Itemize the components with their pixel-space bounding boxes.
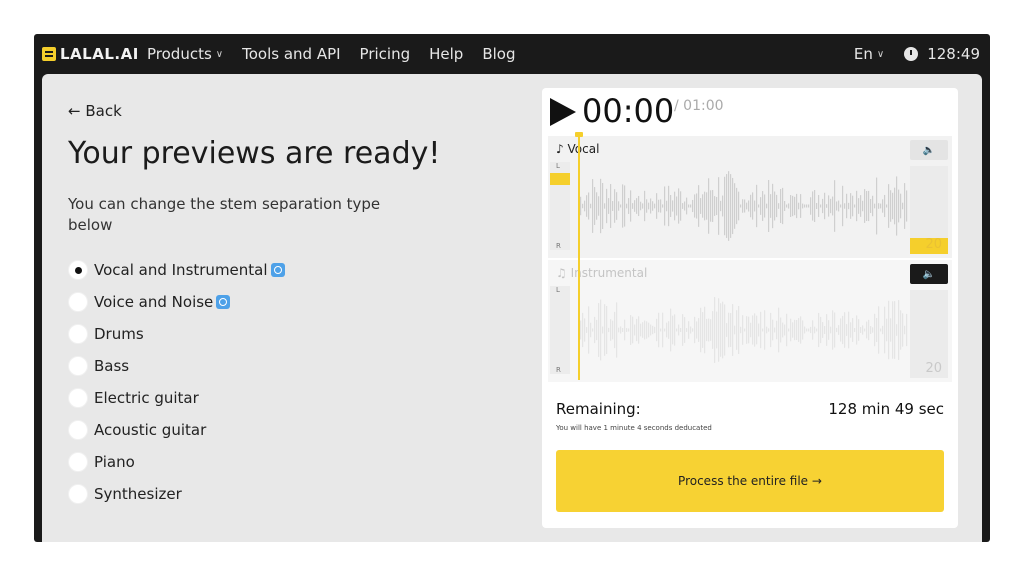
- stem-options: Vocal and Instrumental Voice and Noise D…: [68, 254, 285, 510]
- option-vocal-and-instrumental[interactable]: Vocal and Instrumental: [68, 254, 285, 286]
- option-label: Voice and Noise: [94, 293, 214, 311]
- preview-card: 00:00 / 01:00 ♪ Vocal L R 🔈 20 ♫ Instrum…: [542, 88, 958, 528]
- option-label: Piano: [94, 453, 135, 471]
- nav-help[interactable]: Help: [429, 45, 463, 63]
- option-label: Acoustic guitar: [94, 421, 207, 439]
- remaining-label: Remaining:: [556, 400, 641, 418]
- top-navbar: LALAL.AI Products ∨ Tools and API Pricin…: [34, 34, 990, 74]
- current-time: 00:00: [582, 92, 675, 130]
- track-instrumental[interactable]: ♫ Instrumental L R 🔈 20: [548, 260, 952, 382]
- minutes-balance[interactable]: 128:49: [904, 45, 980, 63]
- waveform[interactable]: [578, 290, 908, 370]
- option-voice-and-noise[interactable]: Voice and Noise: [68, 286, 285, 318]
- option-drums[interactable]: Drums: [68, 318, 285, 350]
- option-acoustic-guitar[interactable]: Acoustic guitar: [68, 414, 285, 446]
- speaker-mute-icon[interactable]: 🔈: [910, 140, 948, 160]
- option-synthesizer[interactable]: Synthesizer: [68, 478, 285, 510]
- logo[interactable]: LALAL.AI: [42, 45, 139, 63]
- volume-value: 20: [925, 237, 942, 252]
- pan-meter[interactable]: L R: [550, 286, 570, 374]
- radio-selected-icon[interactable]: [68, 260, 88, 280]
- info-badge-icon: [270, 263, 285, 277]
- minutes-balance-value: 128:49: [927, 45, 980, 63]
- info-badge-icon: [216, 295, 231, 309]
- radio-icon[interactable]: [68, 356, 88, 376]
- process-entire-file-button[interactable]: Process the entire file →: [556, 450, 944, 512]
- pan-indicator[interactable]: [550, 173, 570, 185]
- pan-left-label: L: [556, 286, 560, 294]
- language-selector[interactable]: En ∨: [854, 45, 884, 63]
- main-nav: Products ∨ Tools and API Pricing Help Bl…: [147, 45, 515, 63]
- chevron-down-icon: ∨: [876, 48, 885, 60]
- volume-slider[interactable]: 20: [910, 166, 948, 254]
- nav-blog-label: Blog: [482, 45, 516, 63]
- app-window: LALAL.AI Products ∨ Tools and API Pricin…: [34, 34, 990, 542]
- nav-help-label: Help: [429, 45, 464, 63]
- play-icon[interactable]: [550, 98, 576, 126]
- logo-text: LALAL.AI: [60, 45, 139, 63]
- radio-icon[interactable]: [68, 452, 88, 472]
- chevron-down-icon: ∨: [215, 48, 224, 60]
- main-panel: ← Back Your previews are ready! You can …: [42, 74, 982, 542]
- nav-products[interactable]: Products ∨: [147, 45, 223, 63]
- logo-icon: [42, 47, 56, 61]
- vocal-icon: ♪: [556, 142, 564, 156]
- track-label: ♫ Instrumental: [556, 266, 647, 280]
- total-time: / 01:00: [674, 98, 724, 114]
- remaining-value: 128 min 49 sec: [828, 400, 944, 418]
- option-bass[interactable]: Bass: [68, 350, 285, 382]
- pan-left-label: L: [556, 162, 560, 170]
- clock-icon: [904, 47, 919, 61]
- nav-pricing[interactable]: Pricing: [360, 45, 411, 63]
- language-label: En: [853, 45, 873, 63]
- pan-right-label: R: [556, 366, 561, 374]
- nav-products-label: Products: [147, 45, 212, 63]
- option-label: Electric guitar: [94, 389, 199, 407]
- nav-tools-label: Tools and API: [242, 45, 341, 63]
- pan-right-label: R: [556, 242, 561, 250]
- track-vocal[interactable]: ♪ Vocal L R 🔈 20: [548, 136, 952, 258]
- radio-icon[interactable]: [68, 420, 88, 440]
- deduct-note: You will have 1 minute 4 seconds deducat…: [556, 424, 712, 432]
- option-electric-guitar[interactable]: Electric guitar: [68, 382, 285, 414]
- music-note-icon: ♫: [556, 266, 567, 280]
- nav-pricing-label: Pricing: [359, 45, 411, 63]
- track-name: Vocal: [567, 142, 600, 156]
- radio-icon[interactable]: [68, 388, 88, 408]
- option-label: Bass: [94, 357, 130, 375]
- radio-icon[interactable]: [68, 292, 88, 312]
- speaker-mute-icon[interactable]: 🔈: [910, 264, 948, 284]
- waveform[interactable]: [578, 166, 908, 246]
- option-label: Vocal and Instrumental: [94, 261, 268, 279]
- page-title: Your previews are ready!: [68, 136, 441, 171]
- volume-value: 20: [925, 361, 942, 376]
- option-label: Synthesizer: [94, 485, 182, 503]
- option-label: Drums: [94, 325, 144, 343]
- playhead-handle[interactable]: [575, 132, 583, 380]
- radio-icon[interactable]: [68, 484, 88, 504]
- track-name: Instrumental: [570, 266, 648, 280]
- option-piano[interactable]: Piano: [68, 446, 285, 478]
- nav-blog[interactable]: Blog: [482, 45, 515, 63]
- back-link[interactable]: ← Back: [68, 102, 122, 120]
- radio-icon[interactable]: [68, 324, 88, 344]
- page-subtitle: You can change the stem separation type …: [68, 195, 381, 234]
- volume-slider[interactable]: 20: [910, 290, 948, 378]
- nav-tools-and-api[interactable]: Tools and API: [242, 45, 340, 63]
- header-right: En ∨ 128:49: [854, 45, 980, 63]
